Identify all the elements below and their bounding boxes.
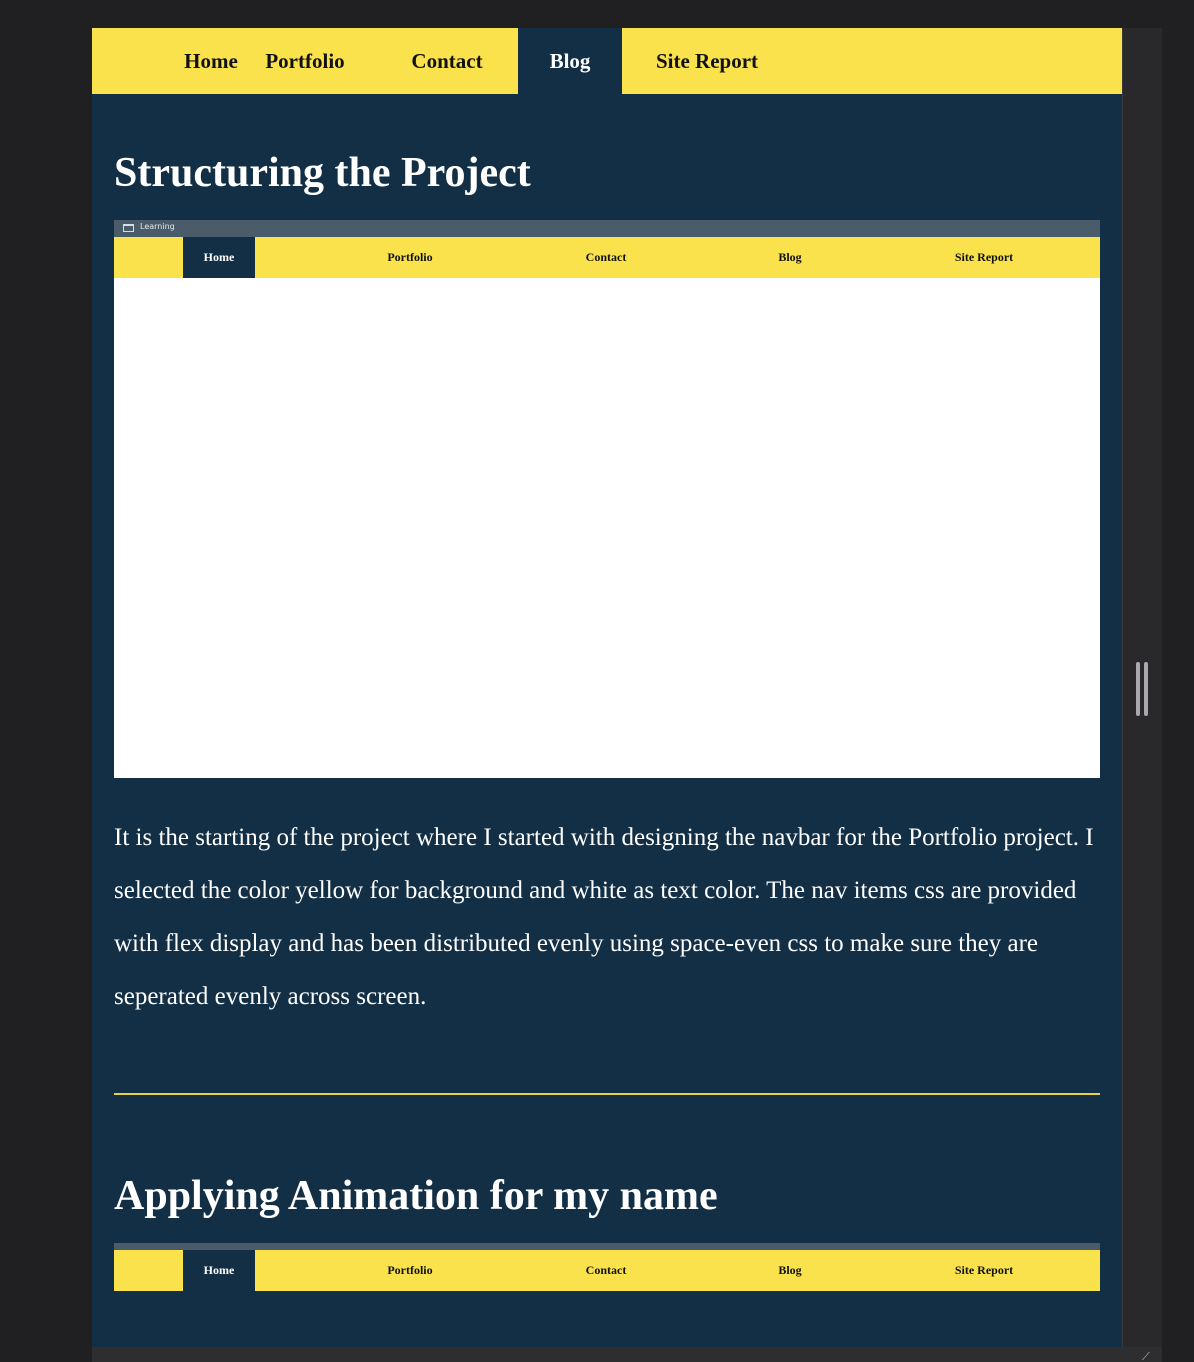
screenshot-nav-site-report: Site Report	[954, 1263, 1014, 1277]
screenshot-tab-label: Learning	[140, 222, 175, 231]
bottom-bar	[92, 1347, 1162, 1362]
panel-resize-handle[interactable]	[1136, 662, 1148, 716]
nav-contact[interactable]: Contact	[387, 28, 507, 94]
browser-tab-icon	[123, 224, 134, 232]
resize-corner-icon[interactable]: ⟋	[1142, 1351, 1156, 1362]
blog-page: Home Portfolio Contact Blog Site Report …	[92, 28, 1122, 1347]
screenshot-navbar: Home Portfolio Contact Blog Site Report	[114, 1250, 1100, 1291]
screenshot-nav-home: Home	[183, 1250, 255, 1291]
post-title: Structuring the Project	[114, 150, 531, 196]
screenshot-titlebar: Learning	[114, 220, 1100, 237]
screenshot-nav-blog: Blog	[778, 250, 802, 264]
post-divider	[114, 1093, 1100, 1095]
screenshot-nav-contact: Contact	[585, 250, 627, 264]
post-screenshot: Learning Home Portfolio Contact Blog Sit…	[114, 220, 1100, 778]
screenshot-blank-body	[114, 278, 1100, 778]
grip-line-icon	[1136, 662, 1140, 716]
screenshot-navbar: Home Portfolio Contact Blog Site Report	[114, 237, 1100, 278]
post-title: Applying Animation for my name	[114, 1173, 718, 1219]
screenshot-titlebar	[114, 1243, 1100, 1250]
screenshot-nav-contact: Contact	[585, 1263, 627, 1277]
post-paragraph: It is the starting of the project where …	[114, 824, 1094, 1010]
screenshot-nav-portfolio: Portfolio	[387, 1263, 433, 1277]
screenshot-nav-portfolio: Portfolio	[387, 250, 433, 264]
screenshot-nav-home: Home	[183, 237, 255, 278]
nav-blog[interactable]: Blog	[518, 28, 622, 94]
grip-line-icon	[1144, 662, 1148, 716]
screenshot-nav-blog: Blog	[778, 1263, 802, 1277]
screenshot-nav-site-report: Site Report	[954, 250, 1014, 264]
main-navbar: Home Portfolio Contact Blog Site Report	[92, 28, 1122, 94]
nav-portfolio[interactable]: Portfolio	[242, 28, 368, 94]
nav-site-report[interactable]: Site Report	[640, 28, 774, 94]
post-screenshot: Home Portfolio Contact Blog Site Report	[114, 1243, 1100, 1347]
